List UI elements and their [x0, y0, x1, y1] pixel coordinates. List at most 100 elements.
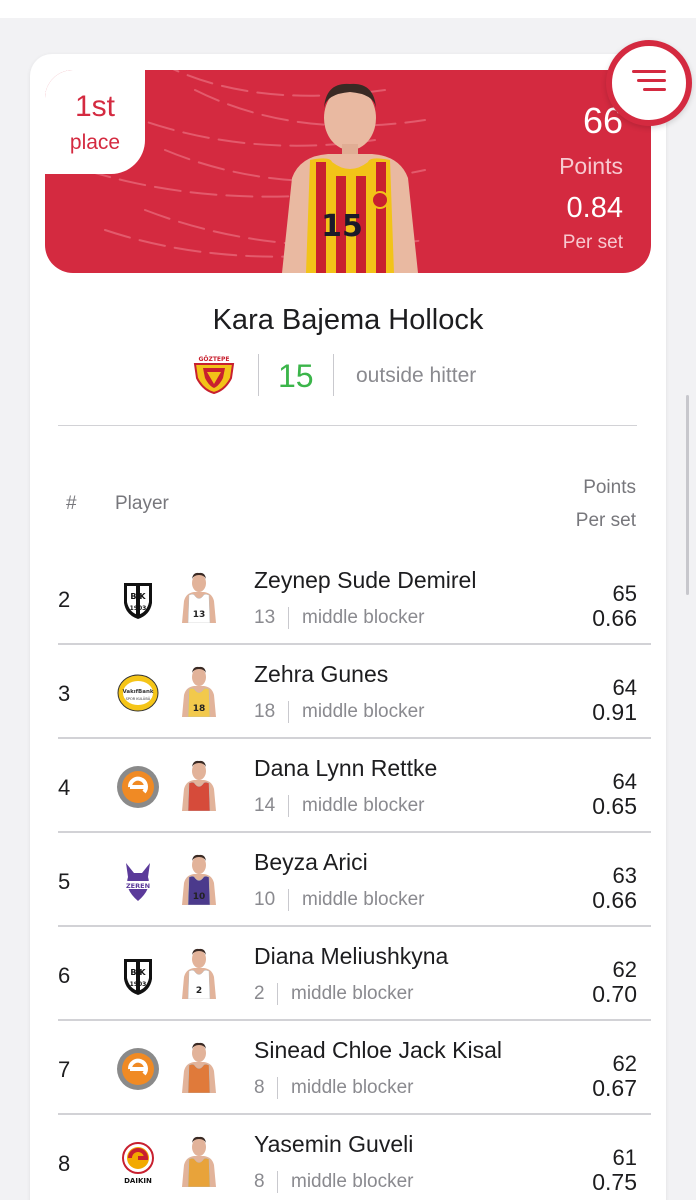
- jersey-number-text: 15: [321, 209, 363, 244]
- section-divider: [58, 425, 637, 426]
- rank-column-header: #: [66, 493, 77, 514]
- row-points: 61: [612, 1145, 637, 1170]
- goztepe-crest-icon: GÖZTEPE: [193, 356, 235, 394]
- meta-divider: [258, 354, 259, 396]
- svg-text:GÖZTEPE: GÖZTEPE: [198, 356, 229, 363]
- place-number: 1st: [74, 90, 116, 123]
- player-thumbnail: 13: [178, 571, 220, 624]
- scrollbar[interactable]: [686, 395, 689, 595]
- player-thumbnail: 18: [178, 665, 220, 718]
- row-rank: 3: [58, 681, 71, 706]
- points-column-header[interactable]: Points: [583, 477, 636, 499]
- table-row[interactable]: 2 BJK 1903 13 Zeynep Sude Demirel 13 mid…: [58, 551, 651, 645]
- row-player-name[interactable]: Yasemin Guveli: [254, 1131, 413, 1158]
- row-player-number: 13: [254, 607, 276, 628]
- row-rank: 4: [58, 775, 71, 800]
- row-player-position: middle blocker: [302, 795, 425, 816]
- leader-player-name: Kara Bajema Hollock: [212, 304, 484, 336]
- row-rank: 7: [58, 1057, 71, 1082]
- points-label: Points: [559, 153, 623, 179]
- row-meta-divider: [277, 1171, 278, 1193]
- table-row[interactable]: 5 ZEREN 10 Beyza Arici 10 middle blocker…: [58, 833, 651, 927]
- row-player-position: middle blocker: [302, 889, 425, 910]
- row-points: 62: [612, 957, 637, 982]
- player-thumbnail: 10: [178, 853, 220, 906]
- row-per-set: 0.67: [592, 1075, 637, 1101]
- row-meta-divider: [288, 607, 289, 629]
- leader-player-photo: 15: [282, 83, 418, 273]
- row-per-set: 0.70: [592, 981, 637, 1007]
- row-meta-divider: [288, 889, 289, 911]
- svg-text:SPOR KULÜBÜ: SPOR KULÜBÜ: [126, 696, 151, 701]
- row-player-name[interactable]: Beyza Arici: [254, 849, 368, 876]
- per-set-value: 0.84: [566, 192, 623, 224]
- row-meta-divider: [288, 795, 289, 817]
- row-player-position: middle blocker: [302, 607, 425, 628]
- svg-text:2: 2: [196, 986, 202, 996]
- per-set-column-header[interactable]: Per set: [576, 510, 636, 532]
- menu-line-icon: [637, 79, 666, 82]
- svg-text:1903: 1903: [130, 981, 147, 988]
- row-player-name[interactable]: Dana Lynn Rettke: [254, 755, 437, 782]
- per-set-label: Per set: [562, 232, 623, 253]
- meta-divider: [333, 354, 334, 396]
- zeren-logo-icon: ZEREN: [116, 859, 160, 903]
- row-player-name[interactable]: Zeynep Sude Demirel: [254, 567, 476, 594]
- table-row[interactable]: 4 Dana Lynn Rettke 14 middle blocker 64 …: [58, 739, 651, 833]
- row-player-number: 18: [254, 701, 276, 722]
- row-player-position: middle blocker: [302, 701, 425, 722]
- svg-text:BJK: BJK: [130, 592, 146, 601]
- svg-text:1903: 1903: [130, 605, 147, 612]
- svg-text:ZEREN: ZEREN: [126, 882, 150, 890]
- svg-text:VakıfBank: VakıfBank: [122, 689, 153, 695]
- player-thumbnail: [178, 1135, 220, 1188]
- row-rank: 5: [58, 869, 71, 894]
- leader-player-position: outside hitter: [356, 364, 477, 387]
- row-meta-divider: [277, 1077, 278, 1099]
- row-per-set: 0.75: [592, 1169, 637, 1195]
- table-row[interactable]: 8 DAIKIN Yasemin Guveli 8 middle blocker…: [58, 1115, 651, 1200]
- row-points: 63: [612, 863, 637, 888]
- top-bar: [0, 0, 696, 18]
- row-player-name[interactable]: Zehra Gunes: [254, 661, 388, 688]
- menu-line-icon: [632, 70, 666, 73]
- galatasaray-daikin-logo-icon: DAIKIN: [116, 1141, 160, 1185]
- table-row[interactable]: 3 VakıfBank SPOR KULÜBÜ 18 Zehra Gunes 1…: [58, 645, 651, 739]
- leader-player-number: 15: [278, 358, 314, 394]
- svg-text:DAIKIN: DAIKIN: [124, 1177, 152, 1185]
- besiktas-logo-icon: BJK 1903: [116, 577, 160, 621]
- row-rank: 8: [58, 1151, 71, 1176]
- row-player-name[interactable]: Diana Meliushkyna: [254, 943, 448, 970]
- row-player-number: 2: [254, 983, 265, 1004]
- row-player-position: middle blocker: [291, 983, 414, 1004]
- vakifbank-logo-icon: VakıfBank SPOR KULÜBÜ: [116, 671, 160, 715]
- player-thumbnail: [178, 759, 220, 812]
- player-thumbnail: [178, 1041, 220, 1094]
- row-per-set: 0.91: [592, 699, 637, 725]
- svg-text:18: 18: [193, 704, 206, 714]
- row-per-set: 0.65: [592, 793, 637, 819]
- svg-text:13: 13: [193, 610, 206, 620]
- row-rank: 6: [58, 963, 71, 988]
- row-rank: 2: [58, 587, 71, 612]
- eczacibasi-logo-icon: [116, 765, 160, 809]
- place-tab: 1st place: [45, 70, 145, 174]
- row-player-number: 10: [254, 889, 276, 910]
- row-points: 64: [612, 769, 637, 794]
- row-per-set: 0.66: [592, 605, 637, 631]
- menu-line-icon: [643, 88, 666, 91]
- row-points: 64: [612, 675, 637, 700]
- svg-text:10: 10: [193, 892, 206, 902]
- table-row[interactable]: 7 Sinead Chloe Jack Kisal 8 middle block…: [58, 1021, 651, 1115]
- row-player-number: 8: [254, 1077, 265, 1098]
- row-per-set: 0.66: [592, 887, 637, 913]
- player-column-header: Player: [115, 493, 169, 514]
- menu-button[interactable]: [606, 40, 692, 126]
- player-thumbnail: 2: [178, 947, 220, 1000]
- leader-hero-banner: 1st place 15 66 Points 0.84 Per set: [45, 70, 651, 273]
- row-player-number: 14: [254, 795, 276, 816]
- eczacibasi-logo-icon: [116, 1047, 160, 1091]
- table-row[interactable]: 6 BJK 1903 2 Diana Meliushkyna 2 middle …: [58, 927, 651, 1021]
- row-player-name[interactable]: Sinead Chloe Jack Kisal: [254, 1037, 502, 1064]
- row-meta-divider: [277, 983, 278, 1005]
